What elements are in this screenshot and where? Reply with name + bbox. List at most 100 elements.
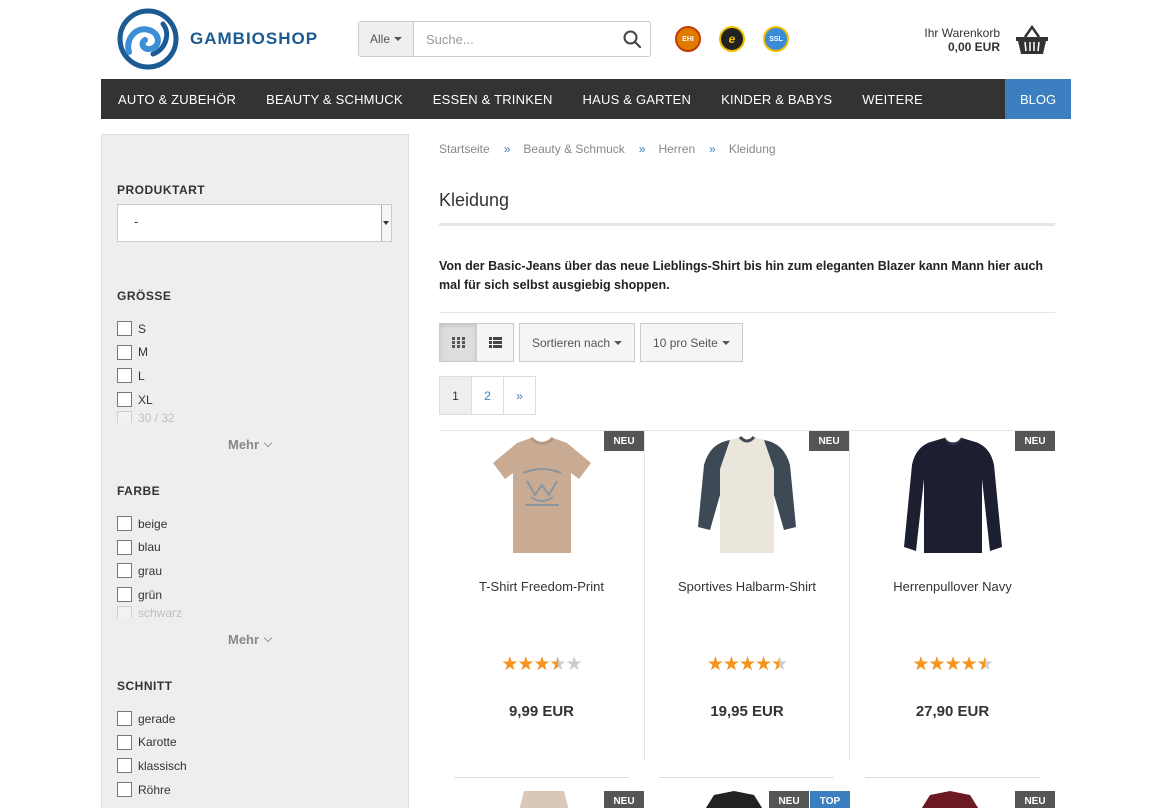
product-card[interactable]: TOP NEU: [644, 791, 850, 808]
breadcrumb-item-startseite[interactable]: Startseite: [439, 142, 490, 156]
groesse-options: S M L XL 30 / 32: [117, 317, 175, 424]
search-icon: [623, 30, 641, 48]
checkbox[interactable]: [117, 563, 132, 579]
filter-option[interactable]: grau: [117, 559, 182, 583]
select-arrow-icon: [381, 205, 391, 241]
checkbox[interactable]: [117, 782, 132, 798]
filter-option-label: grün: [138, 587, 163, 602]
filter-option[interactable]: Röhre: [117, 778, 187, 802]
divider: [454, 777, 629, 778]
more-label: Mehr: [228, 632, 260, 647]
checkbox[interactable]: [117, 758, 132, 774]
trusted-shops-seal-icon[interactable]: e: [719, 26, 745, 52]
filter-option[interactable]: Karotte: [117, 731, 187, 755]
caret-down-icon: [721, 340, 730, 345]
product-price: 19,95 EUR: [710, 703, 784, 720]
checkbox[interactable]: [117, 368, 132, 384]
product-image-raglan-shirt[interactable]: [692, 435, 802, 557]
filter-option[interactable]: blau: [117, 536, 182, 560]
product-image[interactable]: [704, 791, 764, 808]
product-card[interactable]: NEU: [850, 791, 1055, 808]
product-image-longsleeve[interactable]: [898, 435, 1008, 557]
search-category-select[interactable]: Alle: [359, 22, 414, 56]
filter-option[interactable]: grün: [117, 583, 182, 607]
page-next[interactable]: »: [503, 376, 536, 415]
star-icon: ★★: [706, 654, 724, 675]
filter-option[interactable]: XL: [117, 388, 175, 412]
filter-option-label: gerade: [138, 711, 176, 726]
list-view-button[interactable]: [476, 323, 514, 362]
filter-option-label: beige: [138, 516, 168, 531]
product-image[interactable]: [519, 791, 569, 808]
checkbox[interactable]: [117, 539, 132, 555]
filter-sidebar: PRODUKTART - GRÖSSE S M L XL 30 / 32 Meh…: [101, 134, 409, 808]
shop-logo[interactable]: GAMBIOSHOP: [115, 8, 325, 70]
filter-title-produktart: PRODUKTART: [117, 183, 206, 197]
nav-item-blog[interactable]: BLOG: [1005, 79, 1071, 119]
breadcrumb-item-beauty-schmuck[interactable]: Beauty & Schmuck: [523, 142, 624, 156]
product-image-tshirt[interactable]: [487, 435, 597, 557]
checkbox[interactable]: [117, 392, 132, 408]
filter-option[interactable]: klassisch: [117, 754, 187, 778]
search-button[interactable]: [614, 22, 650, 56]
breadcrumb-item-herren[interactable]: Herren: [658, 142, 695, 156]
star-icon: ★★: [960, 654, 978, 675]
star-icon: ★★: [976, 654, 994, 675]
header: GAMBIOSHOP Alle EHI e SSL Ihr Warenkorb …: [0, 0, 1171, 79]
produktart-select[interactable]: -: [117, 204, 392, 242]
main-navigation: AUTO & ZUBEHÖR BEAUTY & SCHMUCK ESSEN & …: [101, 79, 1071, 119]
divider: [865, 777, 1040, 778]
nav-item-kinder-babys[interactable]: KINDER & BABYS: [706, 79, 847, 119]
product-name[interactable]: Sportives Halbarm-Shirt: [665, 577, 829, 597]
product-card[interactable]: NEU T-Shirt Freedom-Print ★★★★★★★★★★ 9,9…: [439, 431, 644, 761]
star-icon: ★★: [722, 654, 740, 675]
page-1[interactable]: 1: [439, 376, 472, 415]
filter-option-faded: schwarz: [117, 606, 182, 619]
filter-option-label: 30 / 32: [138, 411, 175, 424]
filter-title-schnitt: SCHNITT: [117, 679, 173, 693]
cart-summary[interactable]: Ihr Warenkorb 0,00 EUR: [880, 26, 1000, 54]
checkbox[interactable]: [117, 516, 132, 532]
filter-option[interactable]: M: [117, 341, 175, 365]
basket-icon[interactable]: [1015, 24, 1049, 56]
filter-option-label: M: [138, 345, 148, 360]
caret-down-icon: [394, 37, 402, 41]
caret-down-icon: [614, 340, 623, 345]
filter-option[interactable]: L: [117, 364, 175, 388]
ssl-seal-icon[interactable]: SSL: [763, 26, 789, 52]
checkbox[interactable]: [117, 344, 132, 360]
search-input[interactable]: [414, 22, 614, 56]
sort-label: Sortieren nach: [532, 335, 611, 350]
checkbox[interactable]: [117, 734, 132, 750]
nav-item-haus-garten[interactable]: HAUS & GARTEN: [568, 79, 707, 119]
per-page-dropdown[interactable]: 10 pro Seite: [640, 323, 743, 362]
ehi-seal-icon[interactable]: EHI: [675, 26, 701, 52]
new-badge: NEU: [769, 791, 809, 808]
nav-item-weitere[interactable]: WEITERE: [847, 79, 938, 119]
farbe-more-button[interactable]: Mehr: [228, 632, 273, 647]
product-image[interactable]: [920, 791, 980, 808]
list-icon: [488, 337, 502, 348]
checkbox[interactable]: [117, 321, 132, 337]
product-card[interactable]: NEU: [439, 791, 644, 808]
filter-option[interactable]: S: [117, 317, 175, 341]
nav-item-essen-trinken[interactable]: ESSEN & TRINKEN: [418, 79, 568, 119]
filter-option[interactable]: gerade: [117, 707, 187, 731]
filter-option-label: blau: [138, 540, 161, 555]
filter-option[interactable]: beige: [117, 512, 182, 536]
nav-item-beauty-schmuck[interactable]: BEAUTY & SCHMUCK: [251, 79, 418, 119]
checkbox[interactable]: [117, 587, 132, 603]
cart-total: 0,00 EUR: [947, 40, 1000, 54]
sort-dropdown[interactable]: Sortieren nach: [519, 323, 636, 362]
page-2[interactable]: 2: [471, 376, 504, 415]
product-name[interactable]: T-Shirt Freedom-Print: [459, 577, 624, 597]
nav-item-auto-zubehoer[interactable]: AUTO & ZUBEHÖR: [101, 79, 251, 119]
checkbox[interactable]: [117, 711, 132, 727]
gambio-logo-icon: [117, 8, 179, 70]
grid-view-button[interactable]: [439, 323, 477, 362]
product-card[interactable]: NEU Sportives Halbarm-Shirt ★★★★★★★★★★ 1…: [644, 431, 850, 761]
product-card[interactable]: NEU Herrenpullover Navy ★★★★★★★★★★ 27,90…: [850, 431, 1055, 761]
product-name[interactable]: Herrenpullover Navy: [870, 577, 1035, 597]
groesse-more-button[interactable]: Mehr: [228, 437, 273, 452]
new-badge: NEU: [604, 431, 644, 451]
